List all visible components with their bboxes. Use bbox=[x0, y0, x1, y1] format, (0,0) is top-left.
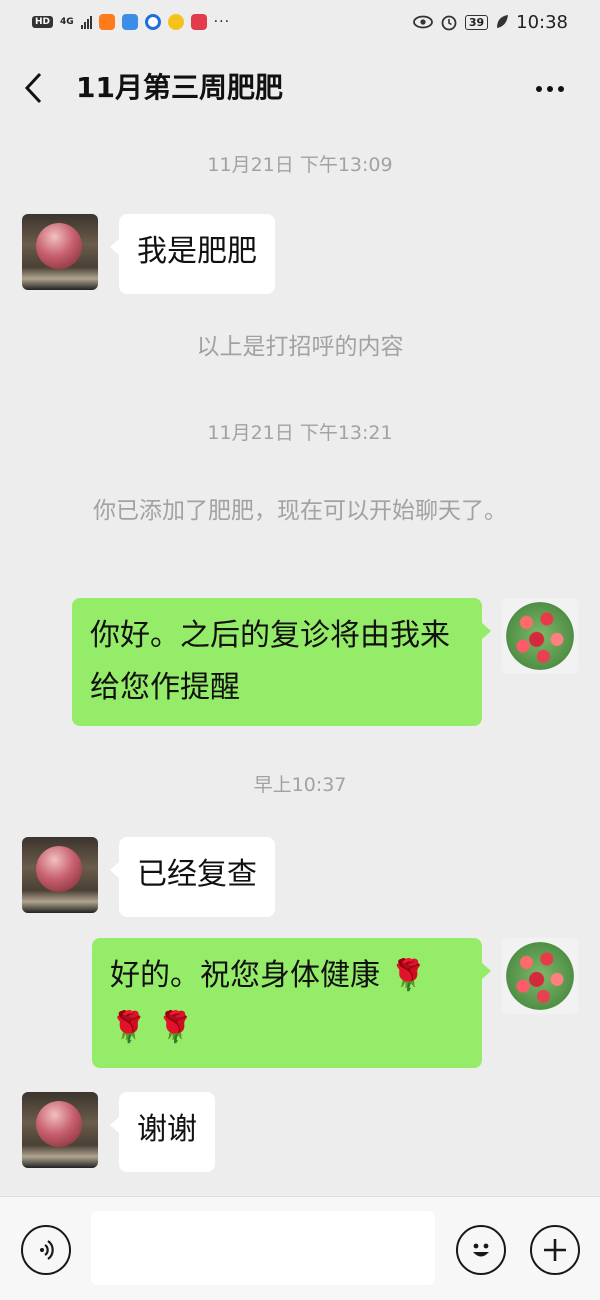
voice-icon bbox=[40, 1240, 54, 1260]
message-text: 好的。祝您身体健康 bbox=[110, 958, 380, 993]
more-notifications-icon: ··· bbox=[213, 14, 231, 30]
red-app-icon bbox=[190, 14, 207, 30]
message-bubble-incoming[interactable]: 谢谢 bbox=[110, 1092, 215, 1172]
contact-avatar[interactable] bbox=[22, 1092, 98, 1168]
status-bar: HD 4G ··· 39 10:38 bbox=[0, 0, 600, 44]
battery-icon: 39 bbox=[464, 14, 489, 30]
message-input[interactable] bbox=[91, 1211, 435, 1285]
signal-icon bbox=[80, 15, 92, 29]
voice-button[interactable] bbox=[21, 1225, 71, 1275]
input-bar bbox=[0, 1196, 600, 1300]
timestamp: 11月21日 下午13:09 bbox=[207, 154, 393, 176]
message-bubble-incoming[interactable]: 已经复查 bbox=[110, 837, 275, 917]
back-button[interactable] bbox=[22, 68, 52, 108]
dot-icon bbox=[547, 86, 553, 92]
timestamp: 早上10:37 bbox=[253, 774, 347, 796]
my-avatar[interactable] bbox=[502, 598, 578, 674]
contact-avatar[interactable] bbox=[22, 214, 98, 290]
message-bubble-outgoing[interactable]: 好的。祝您身体健康 🌹 🌹 🌹 bbox=[92, 938, 491, 1068]
hd-icon: HD bbox=[32, 16, 54, 28]
chat-header: 11月第三周肥肥 bbox=[0, 44, 600, 132]
more-options-button[interactable] bbox=[530, 74, 570, 104]
my-avatar[interactable] bbox=[502, 938, 578, 1014]
clock-time: 10:38 bbox=[516, 11, 568, 33]
plus-icon bbox=[544, 1239, 566, 1261]
paper-plane-icon bbox=[121, 14, 138, 30]
timestamp: 11月21日 下午13:21 bbox=[207, 422, 393, 444]
sync-icon bbox=[144, 14, 161, 30]
eye-icon bbox=[412, 15, 433, 29]
status-left: HD 4G ··· bbox=[32, 14, 230, 30]
chat-title: 11月第三周肥肥 bbox=[76, 71, 283, 104]
contact-avatar[interactable] bbox=[22, 837, 98, 913]
dot-icon bbox=[536, 86, 542, 92]
system-message: 以上是打招呼的内容 bbox=[196, 334, 404, 360]
message-bubble-outgoing[interactable]: 你好。之后的复诊将由我来给您作提醒 bbox=[72, 598, 491, 726]
network-type: 4G bbox=[60, 16, 74, 27]
status-right: 39 10:38 bbox=[412, 11, 568, 33]
system-message: 你已添加了肥肥，现在可以开始聊天了。 bbox=[93, 498, 507, 524]
leaf-icon bbox=[497, 15, 509, 28]
alarm-icon bbox=[441, 15, 457, 31]
smile-icon bbox=[473, 1243, 489, 1257]
more-functions-button[interactable] bbox=[530, 1225, 580, 1275]
dot-icon bbox=[558, 86, 564, 92]
chevron-left-icon bbox=[24, 72, 42, 104]
emoji-button[interactable] bbox=[456, 1225, 506, 1275]
message-bubble-incoming[interactable]: 我是肥肥 bbox=[110, 214, 275, 294]
video-app-icon bbox=[98, 14, 115, 30]
smile-app-icon bbox=[167, 14, 184, 30]
